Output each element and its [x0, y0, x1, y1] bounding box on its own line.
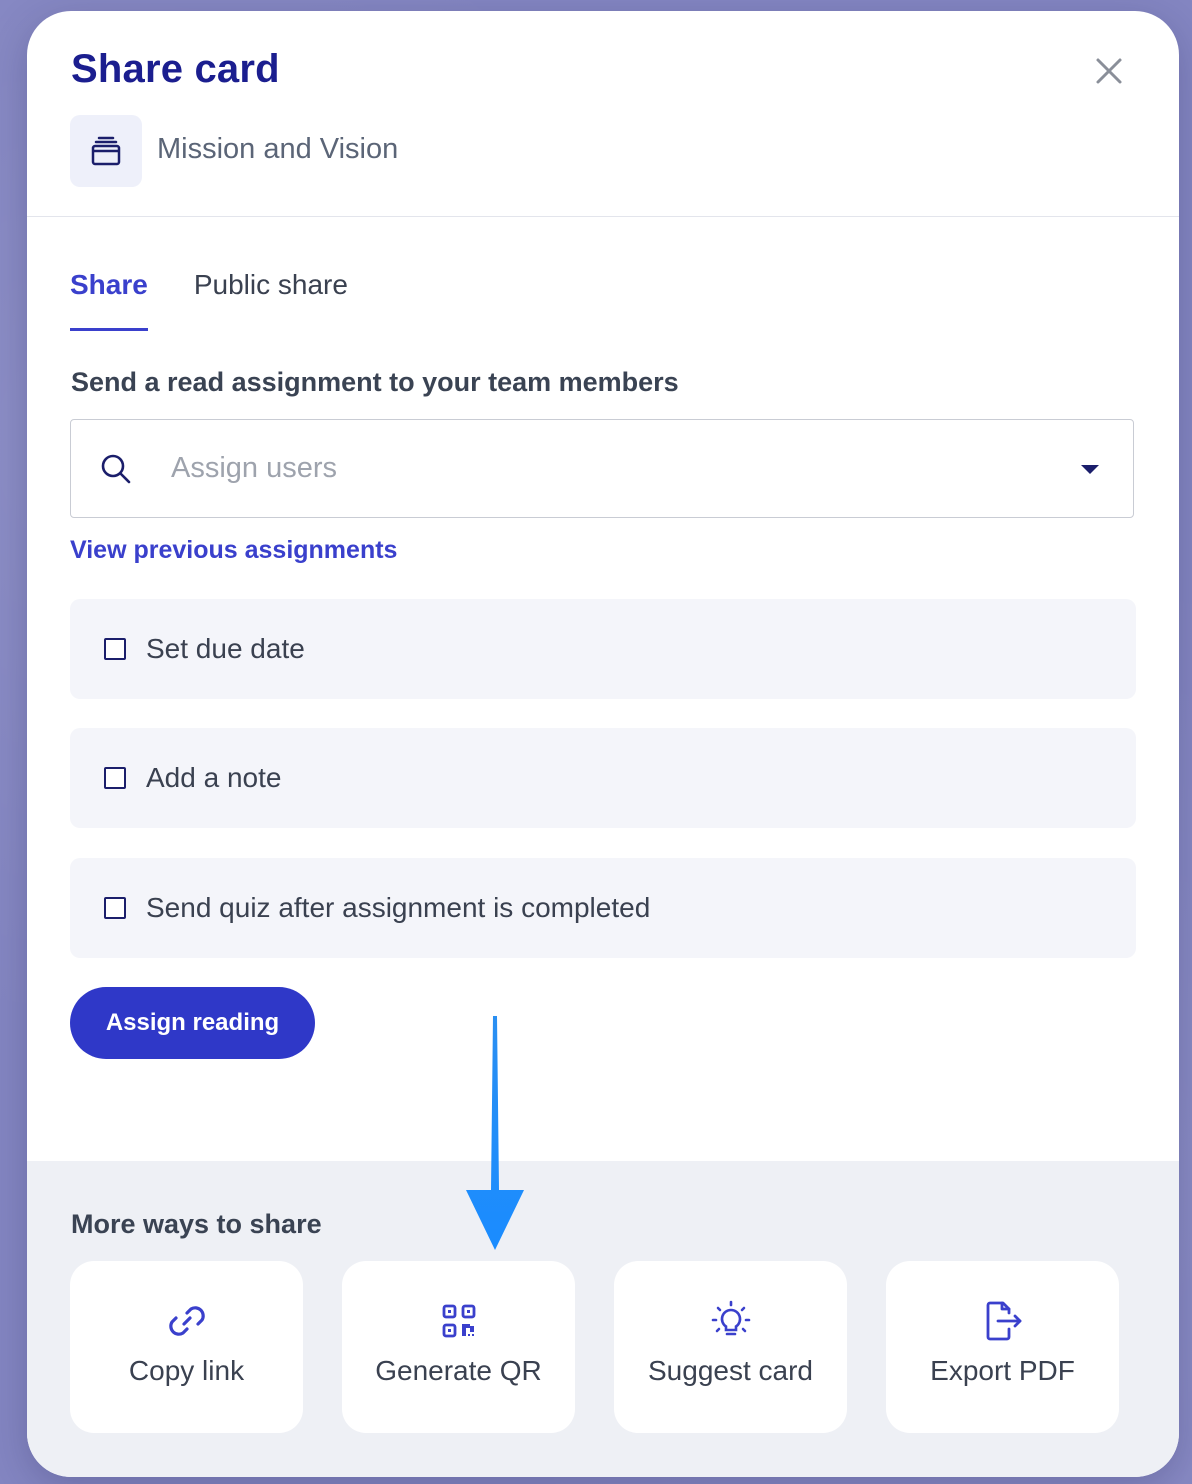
copy-link-label: Copy link — [128, 1355, 245, 1386]
generate-qr-label: Generate QR — [375, 1355, 542, 1386]
export-file-icon — [986, 1301, 1021, 1341]
option-add-note[interactable]: Add a note — [70, 728, 1136, 828]
card-icon-box — [70, 115, 142, 187]
share-card-modal: Share card Mission and Vision Share Publ… — [27, 11, 1179, 1477]
link-icon — [168, 1306, 205, 1336]
card-name: Mission and Vision — [157, 133, 399, 165]
close-button[interactable] — [1089, 51, 1129, 91]
add-note-label: Add a note — [146, 762, 282, 793]
lightbulb-icon — [711, 1300, 750, 1336]
assign-reading-button[interactable]: Assign reading — [70, 987, 315, 1059]
share-tabs: Share Public share — [70, 269, 348, 331]
assign-users-field[interactable] — [70, 419, 1134, 518]
send-quiz-label: Send quiz after assignment is completed — [146, 892, 651, 923]
view-previous-assignments-link[interactable]: View previous assignments — [70, 536, 397, 565]
qr-code-icon — [442, 1304, 475, 1338]
close-icon — [1096, 58, 1122, 84]
suggest-card-button[interactable]: Suggest card — [614, 1261, 847, 1433]
export-pdf-label: Export PDF — [930, 1355, 1075, 1386]
export-pdf-button[interactable]: Export PDF — [886, 1261, 1119, 1433]
send-quiz-checkbox[interactable] — [104, 897, 126, 919]
stack-icon — [91, 136, 121, 166]
assignment-section-title: Send a read assignment to your team memb… — [71, 367, 679, 397]
dropdown-caret-icon[interactable] — [1081, 465, 1099, 474]
tab-public-share[interactable]: Public share — [194, 269, 348, 331]
generate-qr-button[interactable]: Generate QR — [342, 1261, 575, 1433]
modal-title: Share card — [71, 47, 280, 91]
set-due-date-checkbox[interactable] — [104, 638, 126, 660]
add-note-checkbox[interactable] — [104, 767, 126, 789]
tab-share[interactable]: Share — [70, 269, 148, 331]
copy-link-button[interactable]: Copy link — [70, 1261, 303, 1433]
more-ways-title: More ways to share — [71, 1209, 322, 1239]
assign-users-input[interactable] — [169, 451, 1033, 486]
modal-header: Share card Mission and Vision — [27, 11, 1179, 217]
more-ways-footer: More ways to share Copy link Generate QR… — [27, 1161, 1179, 1477]
option-set-due-date[interactable]: Set due date — [70, 599, 1136, 699]
set-due-date-label: Set due date — [146, 633, 305, 664]
suggest-card-label: Suggest card — [648, 1355, 813, 1386]
search-icon — [101, 454, 131, 483]
option-send-quiz[interactable]: Send quiz after assignment is completed — [70, 858, 1136, 958]
